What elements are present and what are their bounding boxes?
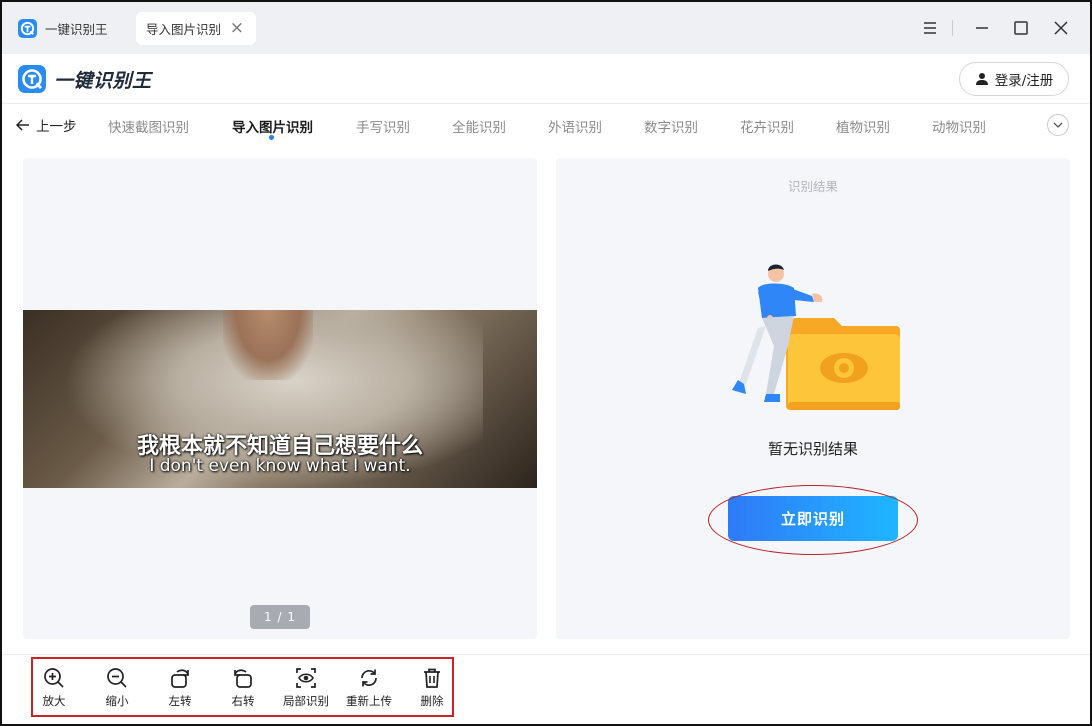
chevron-down-icon — [1053, 122, 1063, 128]
title-separator — [952, 20, 953, 36]
page-indicator: 1 / 1 — [250, 605, 310, 629]
brand: 一键识别王 — [18, 65, 152, 93]
image-toolbar: 放大 缩小 左转 右转 局部识别 重新上传 删除 — [31, 657, 454, 717]
back-label: 上一步 — [36, 119, 77, 135]
nav-fade — [1022, 113, 1046, 139]
menu-icon[interactable] — [918, 16, 942, 40]
app-header: 一键识别王 登录/注册 — [2, 54, 1090, 104]
image-preview-panel: 我根本就不知道自己想要什么 I don't even know what I w… — [23, 158, 537, 639]
close-window-icon[interactable] — [1049, 16, 1073, 40]
tool-label: 左转 — [168, 694, 192, 708]
nav-item-handwriting[interactable]: 手写识别 — [356, 116, 410, 136]
back-button[interactable]: 上一步 — [16, 115, 77, 135]
image-subtitle-en: I don't even know what I want. — [149, 456, 411, 476]
rotate-right-icon — [234, 669, 252, 688]
zoom-in-button[interactable]: 放大 — [26, 667, 82, 709]
recognize-now-button[interactable]: 立即识别 — [728, 496, 898, 541]
nav-item-plants[interactable]: 植物识别 — [836, 116, 890, 136]
minimize-icon[interactable] — [970, 16, 994, 40]
delete-button[interactable]: 删除 — [404, 667, 460, 709]
nav-item-quick-screenshot[interactable]: 快速截图识别 — [108, 116, 189, 136]
image-neck-area — [223, 310, 313, 380]
tool-label: 重新上传 — [346, 694, 392, 708]
rotate-right-button[interactable]: 右转 — [215, 667, 271, 709]
active-indicator — [269, 135, 274, 140]
tool-label: 放大 — [42, 694, 66, 708]
title-bar: 一键识别王 导入图片识别 × — [2, 2, 1090, 54]
tool-label: 右转 — [231, 694, 255, 708]
tool-label: 缩小 — [105, 694, 129, 708]
result-panel: 识别结果 暂无识别结果 立即识别 — [556, 158, 1070, 639]
tab-active-label: 导入图片识别 — [146, 22, 222, 37]
brand-logo-icon — [18, 65, 46, 93]
preview-image: 我根本就不知道自己想要什么 I don't even know what I w… — [23, 310, 537, 488]
app-logo-icon — [18, 19, 37, 38]
zoom-out-button[interactable]: 缩小 — [89, 667, 145, 709]
rotate-left-button[interactable]: 左转 — [152, 667, 208, 709]
toolbar-separator — [2, 654, 1090, 655]
arrow-left-icon — [16, 119, 29, 131]
user-icon — [975, 73, 988, 85]
nav-item-import-image[interactable]: 导入图片识别 — [232, 116, 313, 136]
nav-expand-button[interactable] — [1047, 114, 1069, 136]
rotate-left-icon — [171, 669, 189, 688]
eye-scan-icon — [296, 668, 316, 688]
tool-label: 局部识别 — [283, 694, 329, 708]
nav-item-digits[interactable]: 数字识别 — [644, 116, 698, 136]
feature-nav: 上一步 快速截图识别 导入图片识别 手写识别 全能识别 外语识别 数字识别 花卉… — [2, 105, 1090, 147]
brand-name: 一键识别王 — [54, 69, 152, 92]
result-title: 识别结果 — [787, 179, 838, 194]
maximize-icon[interactable] — [1009, 16, 1033, 40]
partial-recognize-button[interactable]: 局部识别 — [278, 667, 334, 709]
tool-label: 删除 — [420, 694, 444, 708]
empty-result-illustration — [732, 264, 900, 410]
tab-home[interactable]: 一键识别王 — [18, 12, 108, 45]
tab-home-label: 一键识别王 — [45, 22, 108, 37]
login-label: 登录/注册 — [994, 73, 1054, 89]
reupload-button[interactable]: 重新上传 — [341, 667, 397, 709]
empty-result-text: 暂无识别结果 — [767, 440, 858, 458]
zoom-out-icon — [107, 668, 127, 688]
trash-icon — [424, 668, 440, 688]
tab-close-icon[interactable]: × — [230, 19, 244, 37]
refresh-icon — [361, 669, 377, 687]
nav-item-flowers[interactable]: 花卉识别 — [740, 116, 794, 136]
login-button[interactable]: 登录/注册 — [959, 62, 1069, 96]
nav-item-animals[interactable]: 动物识别 — [932, 116, 986, 136]
tab-import-image[interactable]: 导入图片识别 × — [136, 12, 256, 45]
zoom-in-icon — [44, 668, 64, 688]
nav-item-foreign-language[interactable]: 外语识别 — [548, 116, 602, 136]
nav-item-all-purpose[interactable]: 全能识别 — [452, 116, 506, 136]
